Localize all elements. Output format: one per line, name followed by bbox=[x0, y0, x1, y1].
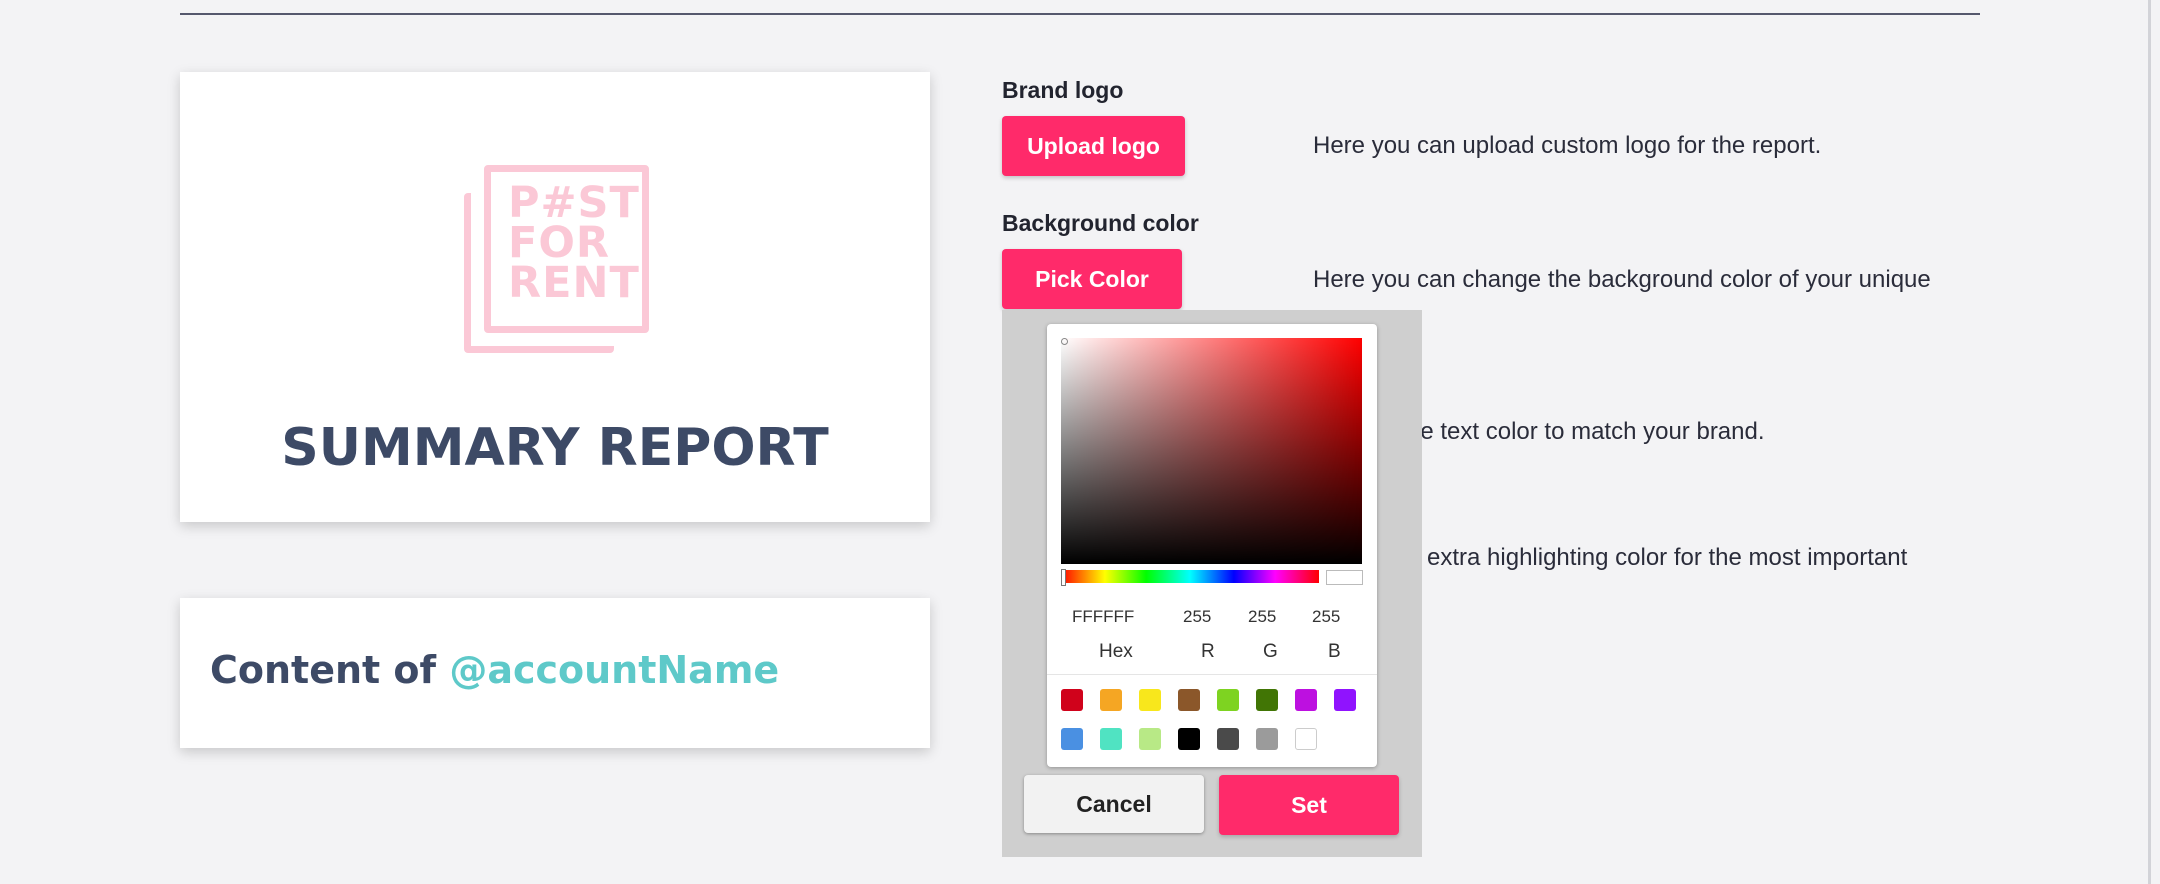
content-title: Content of @accountName bbox=[210, 648, 779, 692]
saturation-value-area[interactable] bbox=[1061, 338, 1362, 564]
set-button[interactable]: Set bbox=[1219, 775, 1399, 835]
color-swatch[interactable] bbox=[1217, 689, 1239, 711]
color-swatch[interactable] bbox=[1139, 728, 1161, 750]
color-swatch[interactable] bbox=[1100, 689, 1122, 711]
background-color-description: Here you can change the background color… bbox=[1313, 266, 1931, 293]
content-prefix: Content of bbox=[210, 648, 437, 692]
color-swatch[interactable] bbox=[1256, 689, 1278, 711]
g-input[interactable]: 255 bbox=[1248, 607, 1276, 627]
current-color-preview bbox=[1326, 570, 1363, 585]
color-swatch[interactable] bbox=[1139, 689, 1161, 711]
color-swatch[interactable] bbox=[1295, 728, 1317, 750]
brand-logo-label: Brand logo bbox=[1002, 77, 1124, 103]
logo-line-1: P#ST bbox=[508, 178, 640, 228]
brand-logo-description: Here you can upload custom logo for the … bbox=[1313, 132, 1822, 159]
logo-line-2: FOR bbox=[508, 218, 611, 268]
color-swatch[interactable] bbox=[1100, 728, 1122, 750]
color-swatch[interactable] bbox=[1334, 689, 1356, 711]
color-swatch[interactable] bbox=[1256, 728, 1278, 750]
scrollbar[interactable] bbox=[2148, 0, 2151, 884]
background-color-label: Background color bbox=[1002, 210, 1199, 236]
upload-logo-button[interactable]: Upload logo bbox=[1002, 116, 1185, 176]
color-swatch[interactable] bbox=[1178, 689, 1200, 711]
color-swatch[interactable] bbox=[1295, 689, 1317, 711]
hex-label: Hex bbox=[1099, 641, 1133, 662]
color-swatch[interactable] bbox=[1061, 728, 1083, 750]
b-label: B bbox=[1328, 641, 1341, 662]
picker-separator bbox=[1047, 674, 1377, 675]
pick-color-button[interactable]: Pick Color bbox=[1002, 249, 1182, 309]
top-divider bbox=[180, 13, 1980, 15]
color-swatch[interactable] bbox=[1061, 689, 1083, 711]
color-swatch[interactable] bbox=[1217, 728, 1239, 750]
color-swatch[interactable] bbox=[1178, 728, 1200, 750]
text-color-description: ne text color to match your brand. bbox=[1407, 418, 1765, 445]
cancel-button[interactable]: Cancel bbox=[1024, 775, 1204, 833]
g-label: G bbox=[1263, 641, 1278, 662]
brand-logo-image: P#ST FOR RENT bbox=[464, 165, 649, 355]
hex-input[interactable]: FFFFFF bbox=[1072, 607, 1134, 627]
logo-line-3: RENT bbox=[508, 258, 640, 308]
b-input[interactable]: 255 bbox=[1312, 607, 1340, 627]
r-label: R bbox=[1201, 641, 1215, 662]
report-title: SUMMARY REPORT bbox=[281, 418, 829, 478]
hue-slider[interactable] bbox=[1061, 570, 1319, 583]
logo-wordmark: P#ST FOR RENT bbox=[508, 178, 648, 308]
highlight-color-description: n extra highlighting color for the most … bbox=[1407, 544, 1908, 571]
account-name-placeholder: @accountName bbox=[449, 648, 780, 692]
hue-slider-thumb[interactable] bbox=[1061, 569, 1066, 586]
r-input[interactable]: 255 bbox=[1183, 607, 1211, 627]
saturation-cursor[interactable] bbox=[1061, 338, 1068, 345]
